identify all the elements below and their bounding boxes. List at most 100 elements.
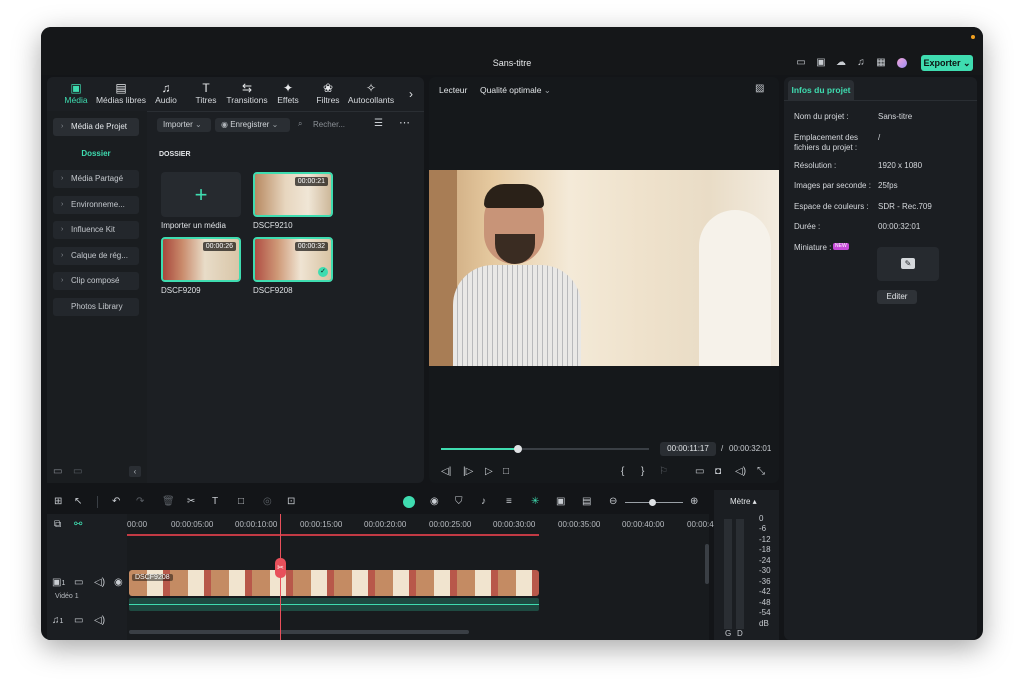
playback-progress[interactable] — [441, 445, 649, 453]
redo-icon[interactable]: ↷ — [136, 496, 144, 507]
meter-title[interactable]: Mètre ▴ — [730, 497, 757, 506]
folder-icon[interactable]: ▭ — [73, 466, 82, 477]
video-track-icon: ▣1 — [52, 577, 66, 588]
player-label: Lecteur — [439, 85, 468, 95]
headset-icon[interactable]: ♫ — [855, 57, 867, 68]
marker-track-icon[interactable]: ▤ — [582, 496, 591, 507]
thumbnail-box[interactable]: ✎ — [877, 247, 939, 281]
play-icon[interactable]: ▷ — [485, 466, 493, 477]
scissors-icon[interactable]: ✂ — [187, 496, 195, 507]
save-icon[interactable]: ▣ — [815, 57, 827, 68]
avatar[interactable] — [897, 58, 907, 68]
chevron-right-icon[interactable]: › — [409, 87, 413, 101]
import-media-label: Importer un média — [161, 221, 226, 230]
progress-handle[interactable] — [513, 445, 522, 453]
tab-stickers[interactable]: ✧ Autocollants — [344, 81, 398, 105]
zoom-slider[interactable] — [625, 499, 683, 506]
speaker-icon[interactable]: ◁) — [94, 615, 105, 626]
progress-fill — [441, 448, 518, 450]
media-thumbnail[interactable]: 00:00:32 ✓ — [253, 237, 333, 282]
next-frame-icon[interactable]: |▷ — [463, 466, 473, 477]
media-thumbnail[interactable]: 00:00:26 — [161, 237, 241, 282]
crop-icon[interactable]: □ — [238, 496, 244, 507]
sidebar-item-adjustment-layer[interactable]: › Calque de rég... — [53, 247, 139, 265]
stop-icon[interactable]: □ — [503, 466, 509, 477]
microphone-icon[interactable]: ♪ — [481, 496, 486, 507]
record-dropdown[interactable]: ◉ Enregistrer ⌄ — [215, 118, 290, 132]
display-icon[interactable]: ▭ — [695, 466, 704, 477]
current-time[interactable]: 00:00:11:17 — [660, 442, 716, 456]
meter-right-label: D — [737, 629, 743, 638]
time-ruler[interactable]: 00:00 00:00:05:00 00:00:10:00 00:00:15:0… — [127, 514, 714, 536]
video-clip[interactable]: DSCF9208 — [129, 570, 539, 596]
sidebar-item-project-media[interactable]: › Média de Projet — [53, 118, 139, 136]
zoom-handle[interactable] — [649, 499, 656, 506]
sidebar-item-compound-clip[interactable]: › Clip composé — [53, 272, 139, 290]
speed-icon[interactable]: ⊡ — [287, 496, 295, 507]
magnet-icon[interactable]: ✳ — [531, 496, 539, 507]
meter-level: -54 — [759, 608, 771, 617]
speaker-icon[interactable]: ◁) — [94, 577, 105, 588]
text-tool-icon[interactable]: T — [212, 496, 218, 507]
quality-dropdown[interactable]: Qualité optimale ⌄ — [480, 85, 551, 96]
zoom-out-icon[interactable]: ⊖ — [609, 496, 617, 507]
search-input[interactable]: Recher... — [313, 120, 345, 129]
pip-icon[interactable]: ▣ — [556, 496, 565, 507]
sidebar-item-shared-media[interactable]: › Média Partagé — [53, 170, 139, 188]
snapshot-icon[interactable]: ▨ — [755, 83, 764, 94]
color-icon[interactable]: ◎ — [263, 496, 272, 507]
sidebar-item-photos-library[interactable]: Photos Library — [53, 298, 139, 316]
delete-icon[interactable]: 🗑 — [162, 496, 175, 507]
zoom-in-icon[interactable]: ⊕ — [690, 496, 698, 507]
vertical-scrollbar[interactable] — [705, 544, 709, 584]
fullscreen-icon[interactable]: ⤡ — [757, 466, 765, 477]
scissors-icon[interactable]: ✂ — [274, 558, 286, 578]
info-key: Durée : — [794, 222, 821, 231]
folder-icon[interactable]: ▭ — [74, 615, 83, 626]
layout-icon[interactable]: ▭ — [795, 57, 807, 68]
mark-out-icon[interactable]: } — [641, 466, 644, 477]
media-thumbnail[interactable]: 00:00:21 — [253, 172, 333, 217]
clip-name: DSCF9210 — [253, 221, 293, 230]
layout-grid-icon[interactable]: ⊞ — [54, 496, 62, 507]
ruler-tick: 00:00:40:00 — [622, 520, 665, 529]
shield-icon[interactable]: ⛉ — [455, 496, 463, 507]
audio-meter: Mètre ▴ 0 -6 -12 -18 -24 -30 -36 -42 -48… — [714, 490, 779, 640]
new-folder-icon[interactable]: ▭ — [53, 466, 62, 477]
export-button[interactable]: Exporter ⌄ — [921, 55, 973, 71]
audio-waveform[interactable] — [129, 598, 539, 611]
eye-icon[interactable]: ◉ — [114, 577, 123, 588]
ruler-tick: 00:00:25:00 — [429, 520, 472, 529]
previous-frame-icon[interactable]: ◁| — [441, 466, 451, 477]
sidebar-item-influence-kit[interactable]: › Influence Kit — [53, 221, 139, 239]
tab-project-info[interactable]: Infos du projet — [788, 80, 854, 100]
audio-list-icon[interactable]: ≡ — [506, 496, 512, 507]
collapse-sidebar-icon[interactable]: ‹ — [129, 466, 141, 477]
sidebar-item-environment[interactable]: › Environneme... — [53, 196, 139, 214]
grid-icon[interactable]: ▦ — [875, 57, 887, 68]
horizontal-scrollbar[interactable] — [129, 630, 469, 634]
marker-icon[interactable]: ⚐ — [659, 466, 668, 477]
filter-icon[interactable]: ☰ — [374, 118, 383, 129]
playhead[interactable]: ✂ — [274, 514, 286, 640]
video-preview[interactable] — [429, 170, 779, 366]
camera-icon[interactable]: ◘ — [715, 466, 721, 477]
render-icon[interactable]: ◉ — [430, 496, 439, 507]
ai-icon[interactable] — [403, 496, 415, 508]
audio-track-icon: ♫1 — [52, 615, 64, 626]
import-media-tile[interactable]: + — [161, 172, 241, 217]
sidebar-item-folder[interactable]: Dossier — [53, 145, 139, 163]
edit-icon: ✎ — [901, 258, 915, 269]
import-dropdown[interactable]: Importer ⌄ — [157, 118, 211, 132]
folder-icon[interactable]: ▭ — [74, 577, 83, 588]
select-tool-icon[interactable]: ↖ — [74, 496, 82, 507]
track-headers: ⧉ ⚯ ▣1 ▭ ◁) ◉ Vidéo 1 ♫1 ▭ ◁) — [47, 514, 127, 640]
mark-in-icon[interactable]: { — [621, 466, 624, 477]
volume-icon[interactable]: ◁) — [735, 466, 746, 477]
add-track-icon[interactable]: ⧉ — [54, 519, 61, 530]
undo-icon[interactable]: ↶ — [112, 496, 120, 507]
edit-button[interactable]: Editer — [877, 290, 917, 304]
cloud-icon[interactable]: ☁ — [835, 57, 847, 68]
link-icon[interactable]: ⚯ — [74, 519, 82, 530]
more-options-icon[interactable]: ⋯ — [399, 116, 410, 129]
